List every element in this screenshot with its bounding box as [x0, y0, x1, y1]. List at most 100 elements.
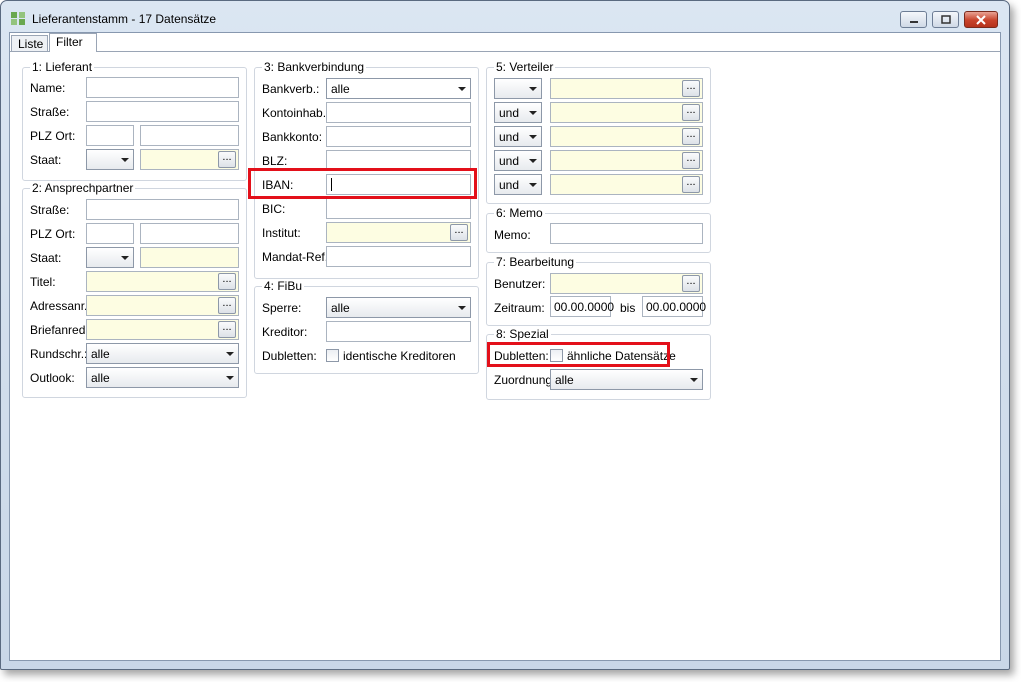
mandat-ref-label: Mandat-Ref.: — [262, 250, 332, 264]
adressanr-input[interactable]: ... — [86, 295, 239, 316]
group-fibu: 4: FiBu Sperre: alle Kreditor: Dubletten… — [254, 280, 479, 374]
verteiler-op-select-1[interactable] — [494, 78, 542, 99]
zeitraum-to-input[interactable]: 00.00.0000 — [642, 296, 707, 317]
briefanred-label: Briefanred.: — [30, 323, 93, 337]
outlook-select-value: alle — [91, 371, 110, 385]
bankverb-label: Bankverb.: — [262, 82, 320, 96]
app-window: Lieferantenstamm - 17 Datensätze Liste F… — [0, 0, 1010, 670]
briefanred-input[interactable]: ... — [86, 319, 239, 340]
strasse-input[interactable] — [86, 101, 239, 122]
name-input[interactable] — [86, 77, 239, 98]
verteiler-browse-button[interactable]: ... — [682, 176, 700, 193]
zeitraum-from-input[interactable]: 00.00.0000 — [550, 296, 615, 317]
kreditor-label: Kreditor: — [262, 325, 308, 339]
titel-browse-button[interactable]: ... — [218, 273, 236, 290]
ap-ort-input[interactable] — [140, 223, 239, 244]
verteiler-input-1[interactable]: ... — [550, 78, 703, 99]
identische-kreditoren-checkbox[interactable] — [326, 349, 339, 362]
group-title-bearbeitung: 7: Bearbeitung — [494, 255, 577, 269]
ort-input[interactable] — [140, 125, 239, 146]
chevron-down-icon — [529, 111, 537, 115]
plz-ort-label: PLZ Ort: — [30, 129, 76, 143]
supplier-app-icon — [11, 12, 25, 25]
sperre-select-value: alle — [331, 301, 350, 315]
verteiler-input-3[interactable]: ... — [550, 126, 703, 147]
staat-select[interactable] — [86, 149, 134, 170]
staat-browse-button[interactable]: ... — [218, 151, 236, 168]
institut-label: Institut: — [262, 226, 301, 240]
chevron-down-icon — [226, 352, 234, 356]
chevron-down-icon — [529, 183, 537, 187]
ap-staat-name-input[interactable] — [140, 247, 239, 268]
institut-input[interactable]: ... — [326, 222, 471, 243]
rundschr-label: Rundschr.: — [30, 347, 88, 361]
name-label: Name: — [30, 81, 66, 95]
ap-plz-ort-label: PLZ Ort: — [30, 227, 76, 241]
ap-plz-input[interactable] — [86, 223, 134, 244]
verteiler-browse-button[interactable]: ... — [682, 128, 700, 145]
briefanred-browse-button[interactable]: ... — [218, 321, 236, 338]
bic-input[interactable] — [326, 198, 471, 219]
dubletten-highlight — [487, 342, 670, 367]
zeitraum-to-value: 00.00.0000 — [646, 300, 707, 314]
filter-page: 1: Lieferant Name: Straße: PLZ Ort: Staa… — [10, 52, 1000, 660]
memo-label: Memo: — [494, 228, 531, 242]
verteiler-op-select-2[interactable]: und — [494, 102, 542, 123]
bankverb-select-value: alle — [331, 82, 350, 96]
group-title-bankverbindung: 3: Bankverbindung — [262, 60, 367, 74]
staat-name-input[interactable]: ... — [140, 149, 239, 170]
verteiler-input-4[interactable]: ... — [550, 150, 703, 171]
zuordnung-select-value: alle — [555, 373, 574, 387]
chevron-down-icon — [458, 87, 466, 91]
bankkonto-input[interactable] — [326, 126, 471, 147]
outlook-select[interactable]: alle — [86, 367, 239, 388]
title-bar[interactable]: Lieferantenstamm - 17 Datensätze — [1, 1, 1009, 31]
minimize-button[interactable] — [900, 11, 927, 28]
verteiler-op-select-3[interactable]: und — [494, 126, 542, 147]
maximize-button[interactable] — [932, 11, 959, 28]
verteiler-browse-button[interactable]: ... — [682, 152, 700, 169]
chevron-down-icon — [458, 306, 466, 310]
client-area: Liste Filter 1: Lieferant Name: Straße: … — [9, 32, 1001, 661]
ap-strasse-label: Straße: — [30, 203, 70, 217]
window-title: Lieferantenstamm - 17 Datensätze — [32, 12, 217, 26]
verteiler-input-2[interactable]: ... — [550, 102, 703, 123]
sperre-label: Sperre: — [262, 301, 302, 315]
adressanr-browse-button[interactable]: ... — [218, 297, 236, 314]
benutzer-browse-button[interactable]: ... — [682, 275, 700, 292]
mandat-ref-input[interactable] — [326, 246, 471, 267]
titel-label: Titel: — [30, 275, 56, 289]
verteiler-op-value: und — [499, 178, 520, 192]
ap-staat-select[interactable] — [86, 247, 134, 268]
verteiler-browse-button[interactable]: ... — [682, 80, 700, 97]
zeitraum-label: Zeitraum: — [494, 301, 545, 315]
close-button[interactable] — [964, 11, 998, 28]
kontoinhab-input[interactable] — [326, 102, 471, 123]
fibu-dubletten-label: Dubletten: — [262, 349, 317, 363]
zeitraum-from-value: 00.00.0000 — [554, 300, 615, 314]
kreditor-input[interactable] — [326, 321, 471, 342]
group-title-memo: 6: Memo — [494, 206, 545, 220]
verteiler-input-5[interactable]: ... — [550, 174, 703, 195]
zuordnung-label: Zuordnung: — [494, 373, 556, 387]
bic-label: BIC: — [262, 202, 286, 216]
verteiler-op-select-5[interactable]: und — [494, 174, 542, 195]
institut-browse-button[interactable]: ... — [450, 224, 468, 241]
group-title-spezial: 8: Spezial — [494, 327, 551, 341]
verteiler-op-select-4[interactable]: und — [494, 150, 542, 171]
plz-input[interactable] — [86, 125, 134, 146]
rundschr-select[interactable]: alle — [86, 343, 239, 364]
memo-input[interactable] — [550, 223, 703, 244]
chevron-down-icon — [226, 376, 234, 380]
group-title-lieferant: 1: Lieferant — [30, 60, 95, 74]
sperre-select[interactable]: alle — [326, 297, 471, 318]
zuordnung-select[interactable]: alle — [550, 369, 703, 390]
tab-liste[interactable]: Liste — [11, 35, 48, 51]
tab-filter[interactable]: Filter — [49, 33, 97, 52]
identische-kreditoren-label[interactable]: identische Kreditoren — [343, 349, 456, 363]
ap-strasse-input[interactable] — [86, 199, 239, 220]
titel-input[interactable]: ... — [86, 271, 239, 292]
benutzer-input[interactable]: ... — [550, 273, 703, 294]
bankverb-select[interactable]: alle — [326, 78, 471, 99]
verteiler-browse-button[interactable]: ... — [682, 104, 700, 121]
